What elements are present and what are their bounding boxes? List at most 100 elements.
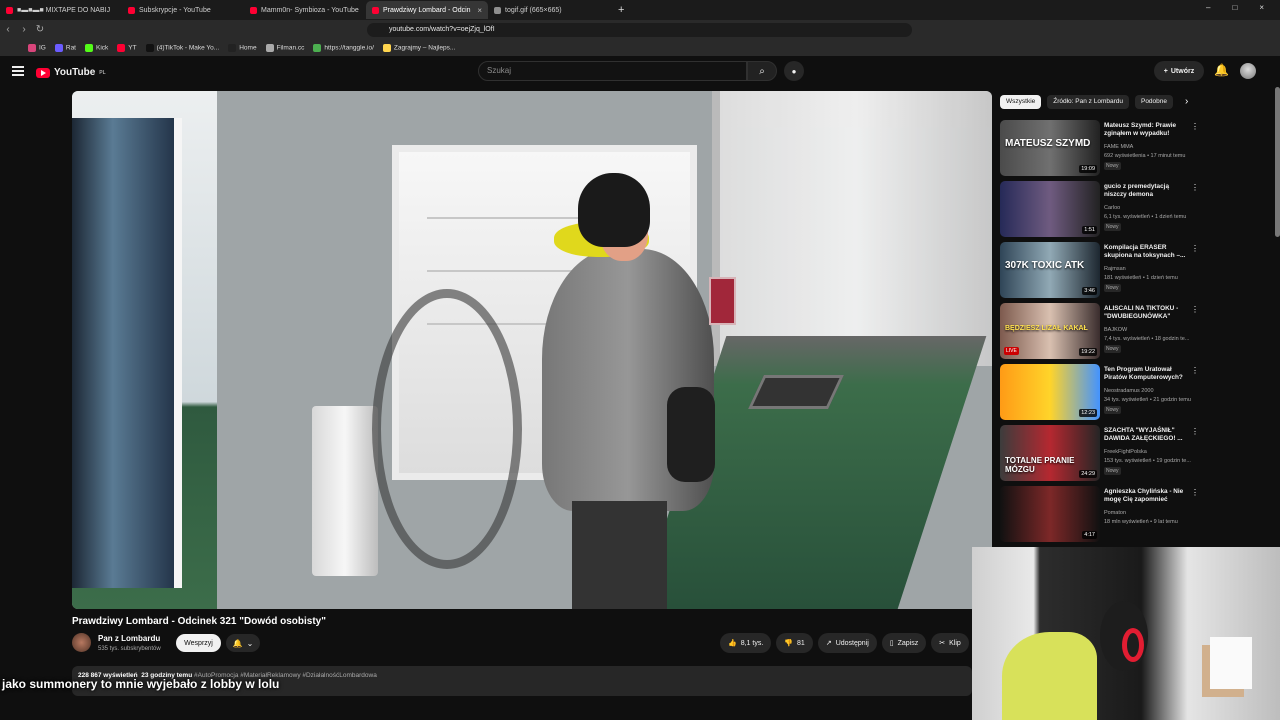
puzzle-icon	[313, 43, 322, 52]
recommended-video[interactable]: BĘDZIESZ LIZAŁ KAKAŁ LIVE 19:22 ALISCALI N…	[1000, 303, 1205, 363]
youtube-icon	[6, 6, 13, 14]
new-tab-button[interactable]: +	[618, 4, 624, 16]
bookmark-item[interactable]: YT	[117, 43, 137, 52]
recommended-channel[interactable]: Carloo	[1104, 205, 1196, 211]
recommended-video[interactable]: TOTALNE PRANIE MÓZGU 24:29 SZACHTA "WYJAŚ…	[1000, 425, 1205, 485]
recommended-video[interactable]: MATEUSZ SZYMD 19:09 Mateusz Szymd: Prawie…	[1000, 120, 1205, 180]
like-button[interactable]: 👍 8,1 tys.	[720, 633, 772, 653]
recommended-title[interactable]: ALISCALI NA TIKTOKU - "DWUBIEGUNÓWKA"	[1104, 305, 1190, 321]
recommended-title[interactable]: Ten Program Uratował Piratów Komputerowy…	[1104, 366, 1190, 382]
more-options-icon[interactable]: ⋮	[1191, 427, 1199, 436]
video-thumbnail[interactable]: 4:17	[1000, 486, 1100, 542]
video-title: Prawdziwy Lombard - Odcinek 321 "Dowód o…	[72, 616, 326, 627]
create-button[interactable]: + Utwórz	[1154, 61, 1204, 81]
dislike-button[interactable]: 👎 81	[776, 633, 813, 653]
clip-button[interactable]: ✂ Klip	[931, 633, 969, 653]
support-button[interactable]: Wesprzyj	[176, 634, 221, 652]
filman-icon	[265, 43, 274, 52]
more-options-icon[interactable]: ⋮	[1191, 305, 1199, 314]
chevron-right-icon[interactable]: ›	[1185, 96, 1188, 107]
recommended-video[interactable]: 307K TOXIC ATK 3:46 Kompilacja ERASER sku…	[1000, 242, 1205, 302]
bookmark-item[interactable]: Filman.cc	[265, 43, 304, 52]
channel-name[interactable]: Pan z Lombardu	[98, 634, 160, 643]
recommended-channel[interactable]: FAME MMA	[1104, 144, 1196, 150]
recommended-video[interactable]: 4:17 Agnieszka Chylińska - Nie mogę Cię …	[1000, 486, 1205, 546]
recommended-meta: 7,4 tys. wyświetleń • 18 godzin te...	[1104, 336, 1190, 342]
share-label: Udostępnij	[835, 639, 869, 647]
browser-tab[interactable]: togif.gif (665×665)	[488, 1, 610, 19]
video-player[interactable]	[72, 91, 992, 609]
window-controls: – □ ×	[1206, 3, 1264, 12]
youtube-header: YouTube PL Szukaj ⌕ ● + Utwórz 🔔	[0, 56, 1280, 86]
filter-chip-source[interactable]: Źródło: Pan z Lombardu	[1047, 95, 1129, 109]
bookmark-item[interactable]: Rat	[54, 43, 76, 52]
video-thumbnail[interactable]: 1:51	[1000, 181, 1100, 237]
recommended-title[interactable]: Kompilacja ERASER skupiona na toksynach …	[1104, 244, 1190, 260]
recommended-title[interactable]: gucio z premedytacją niszczy demona	[1104, 183, 1190, 199]
active-browser-tab[interactable]: Prawdziwy Lombard - Odcin ×	[366, 1, 488, 19]
video-thumbnail[interactable]: 307K TOXIC ATK 3:46	[1000, 242, 1100, 298]
bookmark-label: (4)TikTok - Make Yo...	[156, 44, 220, 52]
new-badge: Nowy	[1104, 223, 1121, 231]
maximize-button[interactable]: □	[1232, 3, 1237, 12]
video-thumbnail[interactable]: MATEUSZ SZYMD 19:09	[1000, 120, 1100, 176]
bookmark-item[interactable]: Kick	[85, 43, 108, 52]
search-button[interactable]: ⌕	[747, 61, 777, 81]
browser-tab[interactable]: ■▬■▬■ MIXTAPE DO NABIJ	[0, 1, 122, 19]
bookmark-item[interactable]: (4)TikTok - Make Yo...	[145, 43, 220, 52]
recommended-title[interactable]: Mateusz Szymd: Prawie zginąłem w wypadku…	[1104, 122, 1190, 138]
video-thumbnail[interactable]: TOTALNE PRANIE MÓZGU 24:29	[1000, 425, 1100, 481]
bookmark-item[interactable]: Home	[228, 43, 257, 52]
filter-chip-all[interactable]: Wszystkie	[1000, 95, 1042, 109]
browser-tab-label: Mamm0n- Symbioza - YouTube	[261, 6, 359, 14]
close-window-button[interactable]: ×	[1259, 3, 1264, 12]
recommended-video[interactable]: 1:51 gucio z premedytacją niszczy demona…	[1000, 181, 1205, 241]
recommended-channel[interactable]: Pomaton	[1104, 510, 1196, 516]
close-tab-icon[interactable]: ×	[477, 6, 482, 15]
page-scrollbar[interactable]	[1275, 87, 1280, 237]
more-options-icon[interactable]: ⋮	[1191, 244, 1199, 253]
share-button[interactable]: ↗ Udostępnij	[817, 633, 877, 653]
voice-search-button[interactable]: ●	[784, 61, 804, 81]
channel-avatar[interactable]	[72, 633, 91, 652]
recommended-channel[interactable]: Neostradamus 2000	[1104, 388, 1196, 394]
menu-icon[interactable]	[12, 66, 24, 68]
more-options-icon[interactable]: ⋮	[1191, 488, 1199, 497]
address-bar[interactable]: youtube.com/watch?v=oejZjq_lOfI	[367, 23, 912, 37]
youtube-logo[interactable]: YouTube PL	[36, 67, 106, 78]
more-options-icon[interactable]: ⋮	[1191, 366, 1199, 375]
recommended-title[interactable]: Agnieszka Chylińska - Nie mogę Cię zapom…	[1104, 488, 1190, 504]
minimize-button[interactable]: –	[1206, 3, 1210, 12]
back-icon[interactable]: ‹	[0, 24, 16, 35]
video-duration: 12:23	[1079, 409, 1097, 417]
more-options-icon[interactable]: ⋮	[1191, 122, 1199, 131]
recommended-channel[interactable]: FreekFightPolska	[1104, 449, 1196, 455]
bookmark-item[interactable]: https://tanggle.io/	[313, 43, 374, 52]
forward-icon[interactable]: ›	[16, 24, 32, 35]
video-scene-bag	[667, 387, 715, 482]
video-scene-bike	[372, 289, 522, 569]
bookmark-item[interactable]: IG	[28, 43, 46, 52]
search-input[interactable]: Szukaj	[478, 61, 747, 81]
plus-icon: +	[1163, 67, 1168, 75]
recommended-title[interactable]: SZACHTA "WYJAŚNIŁ" DAWIDA ZAŁĘCKIEGO! ..…	[1104, 427, 1190, 443]
browser-tab[interactable]: Mamm0n- Symbioza - YouTube	[244, 1, 366, 19]
country-code: PL	[99, 69, 106, 76]
image-icon	[494, 6, 501, 14]
account-avatar[interactable]	[1240, 63, 1256, 79]
recommended-video[interactable]: 12:23 Ten Program Uratował Piratów Kompu…	[1000, 364, 1205, 424]
thumbnail-text: MATEUSZ SZYMD	[1005, 138, 1091, 149]
more-options-icon[interactable]: ⋮	[1191, 183, 1199, 192]
notification-settings-button[interactable]: 🔔 ⌄	[226, 634, 260, 652]
notifications-icon[interactable]: 🔔	[1214, 63, 1229, 77]
recommended-channel[interactable]: BAJKOW	[1104, 327, 1196, 333]
video-thumbnail[interactable]: BĘDZIESZ LIZAŁ KAKAŁ LIVE 19:22	[1000, 303, 1100, 359]
save-button[interactable]: ▯ Zapisz	[881, 633, 927, 653]
recommended-channel[interactable]: Rajmsan	[1104, 266, 1196, 272]
bookmark-item[interactable]: Zagrajmy – Najleps...	[382, 43, 455, 52]
video-thumbnail[interactable]: 12:23	[1000, 364, 1100, 420]
reload-icon[interactable]: ↻	[32, 24, 48, 35]
browser-tab[interactable]: Subskrypcje - YouTube	[122, 1, 244, 19]
clip-label: Klip	[949, 639, 961, 647]
filter-chip-related[interactable]: Podobne	[1134, 95, 1174, 109]
